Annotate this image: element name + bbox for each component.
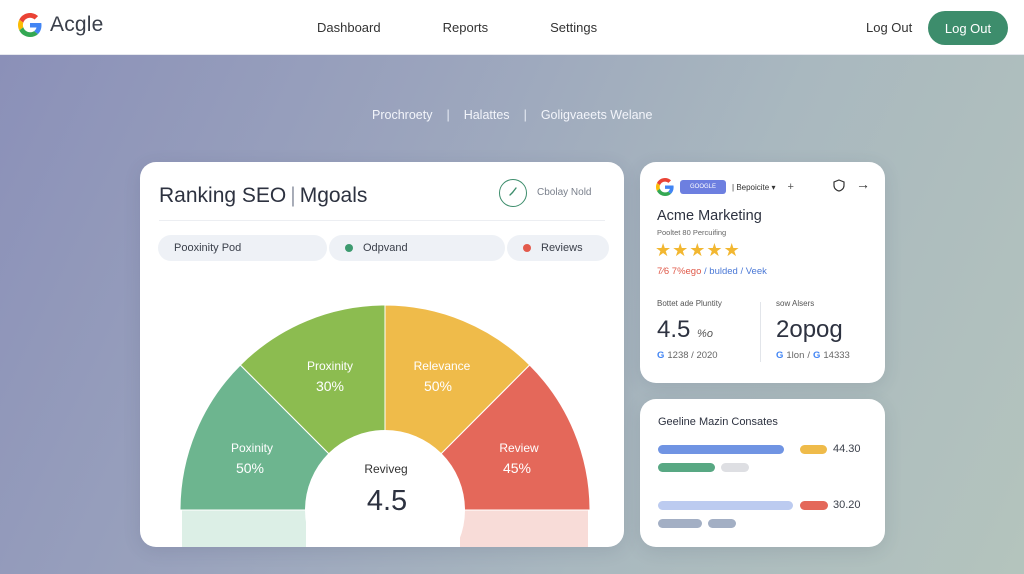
link-separator: / bbox=[704, 266, 707, 277]
clock-hand-icon bbox=[509, 187, 517, 196]
gauge-base-left bbox=[182, 509, 306, 547]
ranking-gauge: Proxinity 30% Relevance 50% Poxinity 50%… bbox=[179, 304, 591, 547]
stat-label: sow Alsers bbox=[776, 299, 815, 308]
business-subtitle: Pooltet 80 Percuifing bbox=[657, 228, 727, 237]
bar-slate bbox=[708, 519, 736, 528]
google-g-icon bbox=[18, 13, 42, 37]
nav-dashboard[interactable]: Dashboard bbox=[317, 20, 381, 35]
status-dot bbox=[345, 244, 353, 252]
google-g-icon bbox=[656, 178, 674, 196]
account-chip[interactable]: GOOGLE bbox=[680, 180, 726, 194]
card-title-secondary: Mgoals bbox=[299, 184, 368, 207]
subnav-separator: | bbox=[446, 108, 450, 122]
google-mini-icon: G bbox=[657, 350, 665, 361]
gauge-base-right bbox=[460, 509, 588, 547]
stat-footer: G 1lon / G 14333 bbox=[776, 350, 850, 361]
stat-left: Bottet ade Pluntity 4.5 %o G 1238 / 2020 bbox=[657, 299, 722, 361]
segment-value: 50% bbox=[424, 378, 452, 394]
sub-navigation: Prochroety | Halattes | Goligvaeets Wela… bbox=[372, 108, 652, 122]
nav-reports[interactable]: Reports bbox=[443, 20, 489, 35]
subnav-item-2[interactable]: Halattes bbox=[464, 108, 510, 122]
nav-settings[interactable]: Settings bbox=[550, 20, 597, 35]
bar-value: 44.30 bbox=[833, 443, 861, 455]
title-divider: | bbox=[290, 184, 296, 207]
status-dot bbox=[523, 244, 531, 252]
brand-logo[interactable]: Acgle bbox=[18, 13, 104, 37]
profile-select-label: Bepoicite bbox=[736, 182, 770, 192]
bar-gray bbox=[721, 463, 749, 472]
brand-name: Acgle bbox=[50, 13, 104, 36]
profile-select[interactable]: | Bepoicite ▾ bbox=[732, 183, 775, 192]
segment-label: Proxinity bbox=[307, 359, 353, 373]
ranking-card: Ranking SEO | Mgoals Cbolay Nold Pooxinity… bbox=[140, 162, 624, 547]
star-icon: ★ bbox=[723, 240, 741, 260]
segment-value: 50% bbox=[236, 460, 264, 476]
card-title-primary: Ranking SEO bbox=[159, 184, 287, 207]
center-value: 4.5 bbox=[367, 485, 407, 517]
pill-label: Reviews bbox=[541, 242, 583, 254]
filter-pills: Pooxinity Pod Odpvand Reviews bbox=[158, 235, 609, 261]
link-veek[interactable]: Veek bbox=[746, 266, 767, 277]
center-label: Reviveg bbox=[364, 462, 407, 476]
pill-proximity[interactable]: Pooxinity Pod bbox=[158, 235, 327, 261]
pill-label: Pooxinity Pod bbox=[174, 242, 242, 254]
segment-label: Poxinity bbox=[231, 441, 273, 455]
segment-value: 30% bbox=[316, 378, 344, 394]
stat-footer: G 1238 / 2020 bbox=[657, 350, 718, 361]
bar-slate bbox=[658, 519, 702, 528]
bar-value: 30.20 bbox=[833, 499, 861, 511]
logout-link[interactable]: Log Out bbox=[866, 20, 912, 35]
top-navbar: Acgle Dashboard Reports Settings Log Out… bbox=[0, 0, 1024, 55]
star-icon: ★ bbox=[706, 240, 724, 260]
divider bbox=[159, 220, 605, 221]
business-links: 7⁄6 7%ego / bulded / Veek bbox=[657, 266, 767, 277]
bar-yellow bbox=[800, 445, 827, 454]
stat-right: sow Alsers 2opog G 1lon / G 14333 bbox=[776, 299, 850, 361]
bar-green bbox=[658, 463, 715, 472]
metrics-bars-card: Geeline Mazin Consates 44.30 30.20 bbox=[640, 399, 885, 547]
stat-unit: %o bbox=[697, 328, 713, 340]
business-header: GOOGLE | Bepoicite ▾ + bbox=[656, 178, 794, 196]
nav-links: Dashboard Reports Settings bbox=[317, 20, 597, 35]
star-icon: ★ bbox=[655, 240, 673, 260]
pill-label: Odpvand bbox=[363, 242, 408, 254]
stat-divider bbox=[760, 302, 761, 362]
clock-label: Cbolay Nold bbox=[537, 187, 592, 198]
logout-button[interactable]: Log Out bbox=[928, 11, 1008, 45]
segment-label: Relevance bbox=[414, 359, 471, 373]
star-icon: ★ bbox=[689, 240, 707, 260]
clock-icon[interactable] bbox=[499, 179, 527, 207]
stat-value: 4.5 %o bbox=[657, 316, 713, 343]
arrow-right-icon[interactable]: → bbox=[856, 176, 870, 192]
link-bulded[interactable]: bulded bbox=[709, 266, 738, 277]
business-card: GOOGLE | Bepoicite ▾ + → Acme Marketing … bbox=[640, 162, 885, 383]
pill-reviews[interactable]: Reviews bbox=[507, 235, 609, 261]
star-rating: ★★★★★ bbox=[655, 240, 741, 261]
bar-blue bbox=[658, 445, 784, 454]
card-title: Ranking SEO | Mgoals bbox=[159, 184, 367, 208]
link-red[interactable]: 7⁄6 7%ego bbox=[657, 266, 701, 277]
pill-odpvand[interactable]: Odpvand bbox=[329, 235, 505, 261]
bars-title: Geeline Mazin Consates bbox=[658, 416, 778, 428]
stat-value: 2opog bbox=[776, 316, 843, 343]
bar-light-blue bbox=[658, 501, 793, 510]
subnav-item-1[interactable]: Prochroety bbox=[372, 108, 432, 122]
business-name: Acme Marketing bbox=[657, 208, 762, 224]
bar-red bbox=[800, 501, 828, 510]
link-separator: / bbox=[740, 266, 744, 277]
chevron-down-icon: ▾ bbox=[771, 182, 776, 192]
google-mini-icon: G bbox=[776, 350, 784, 361]
star-icon: ★ bbox=[672, 240, 690, 260]
add-icon[interactable]: + bbox=[787, 181, 793, 193]
google-mini-icon: G bbox=[813, 350, 821, 361]
segment-label: Review bbox=[499, 441, 539, 455]
subnav-item-3[interactable]: Goligvaeets Welane bbox=[541, 108, 653, 122]
segment-value: 45% bbox=[503, 460, 531, 476]
stat-label: Bottet ade Pluntity bbox=[657, 299, 722, 308]
shield-icon[interactable] bbox=[833, 179, 845, 192]
subnav-separator: | bbox=[523, 108, 527, 122]
